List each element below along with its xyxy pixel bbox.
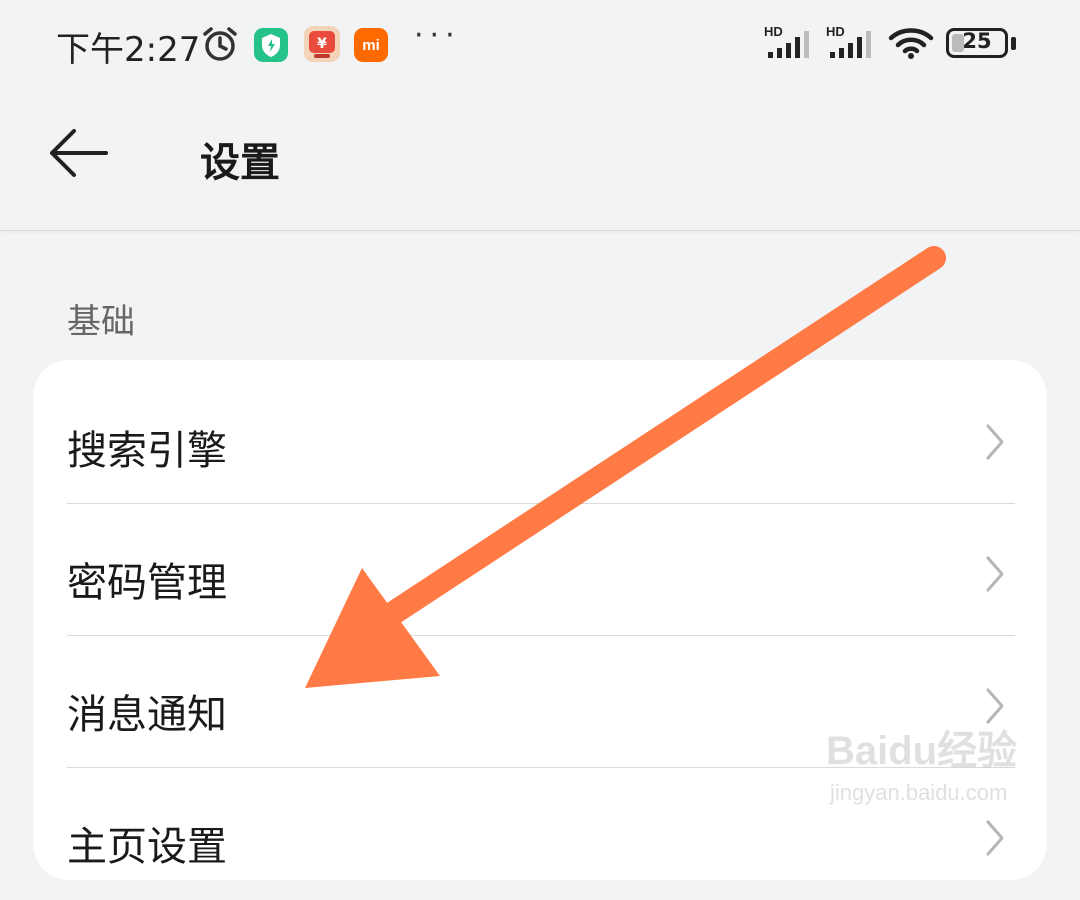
status-time: 下午2:27 bbox=[56, 30, 201, 70]
page-title: 设置 bbox=[200, 140, 280, 186]
settings-item-search-engine[interactable]: 搜索引擎 bbox=[33, 372, 1047, 504]
security-app-icon bbox=[254, 28, 288, 62]
signal-icon-2: HD bbox=[826, 24, 871, 58]
signal-icon: HD bbox=[764, 24, 809, 58]
more-notifications-icon: ··· bbox=[414, 18, 461, 53]
svg-text:HD: HD bbox=[764, 24, 783, 39]
settings-item-label: 消息通知 bbox=[67, 692, 227, 738]
chevron-right-icon bbox=[986, 424, 1004, 460]
svg-text:HD: HD bbox=[826, 24, 845, 39]
wifi-icon bbox=[888, 28, 934, 59]
alarm-icon bbox=[203, 27, 237, 61]
svg-text:¥: ¥ bbox=[317, 36, 327, 52]
battery-tip bbox=[1011, 37, 1016, 50]
section-label: 基础 bbox=[67, 302, 135, 342]
back-arrow-icon[interactable] bbox=[46, 125, 110, 181]
shopping-app-icon: ¥ bbox=[304, 26, 340, 62]
mi-app-icon: mi bbox=[354, 28, 388, 62]
battery-level: 25 bbox=[962, 29, 992, 53]
watermark-sub: jingyan.baidu.com bbox=[830, 780, 1008, 805]
status-bar: 下午2:27 ¥ mi ··· HD HD 25 bbox=[0, 0, 1080, 90]
settings-item-label: 密码管理 bbox=[67, 560, 227, 606]
baidu-watermark: Baidu经验 jingyan.baidu.com bbox=[826, 718, 1026, 808]
settings-item-label: 主页设置 bbox=[67, 824, 227, 870]
settings-item-label: 搜索引擎 bbox=[67, 428, 227, 474]
chevron-right-icon bbox=[986, 556, 1004, 592]
chevron-right-icon bbox=[986, 820, 1004, 856]
battery-icon: 25 bbox=[946, 28, 1008, 58]
settings-item-password-management[interactable]: 密码管理 bbox=[33, 504, 1047, 636]
watermark-main: Baidu经验 bbox=[826, 729, 1018, 773]
app-header: 设置 bbox=[0, 90, 1080, 231]
